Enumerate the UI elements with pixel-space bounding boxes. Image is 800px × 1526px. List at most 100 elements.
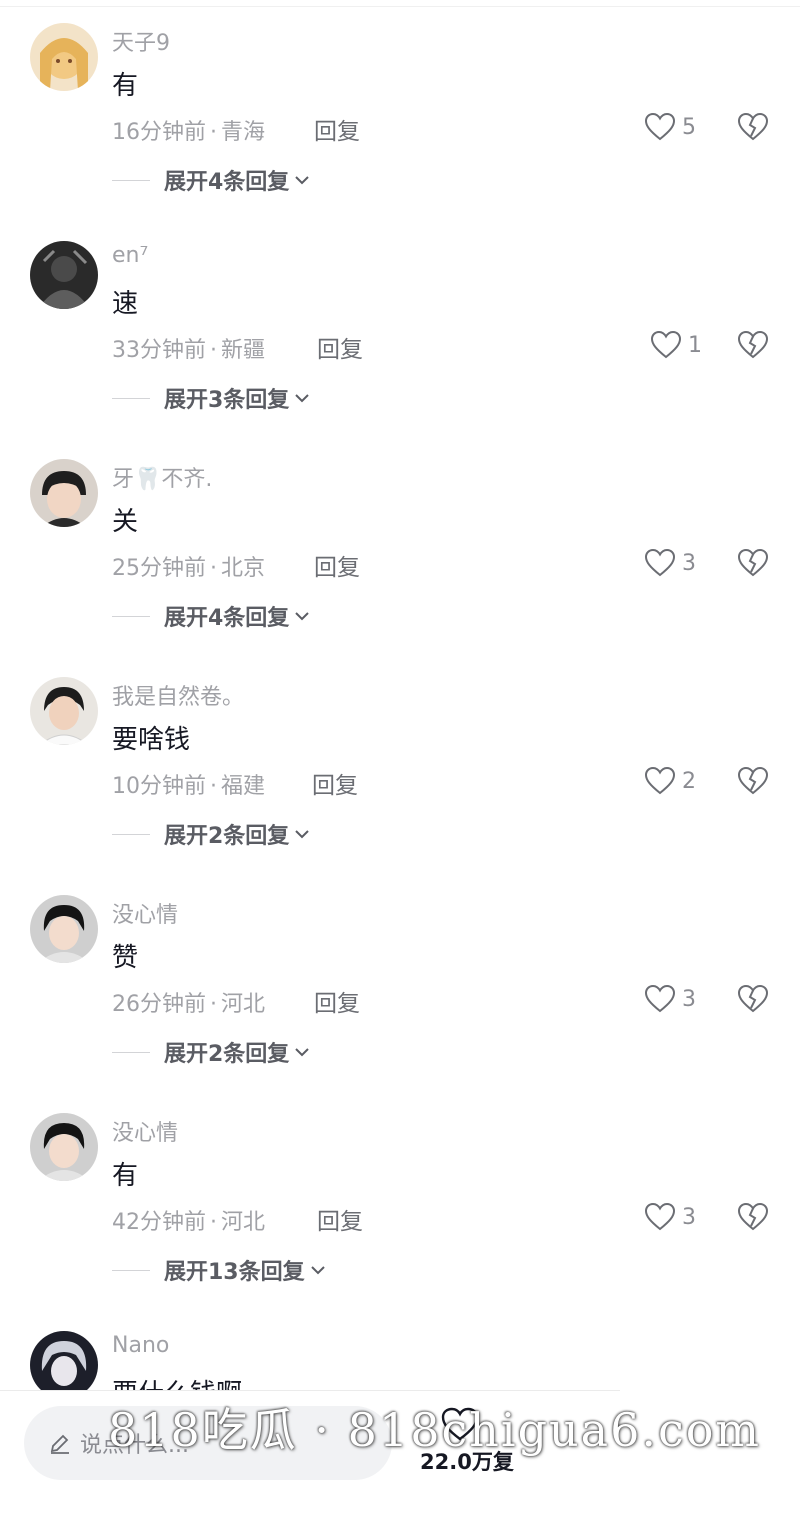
comment-meta: 16分钟前 · 青海 — [112, 120, 266, 145]
timestamp: 26分钟前 — [112, 992, 206, 1017]
comment-meta: 26分钟前 · 河北 — [112, 992, 266, 1017]
dislike-button[interactable] — [737, 1202, 769, 1232]
avatar[interactable] — [30, 1113, 98, 1181]
reply-button[interactable]: 回复 — [314, 112, 360, 146]
expand-replies-button[interactable]: 展开13条回复 — [112, 1254, 326, 1286]
expand-replies-button[interactable]: 展开4条回复 — [112, 164, 310, 196]
username[interactable]: 我是自然卷。 — [112, 679, 244, 711]
pencil-icon — [50, 1434, 69, 1454]
divider — [112, 179, 150, 181]
expand-label: 展开3条回复 — [164, 388, 290, 413]
like-button[interactable]: 1 — [650, 330, 702, 360]
expand-label: 展开2条回复 — [164, 824, 290, 849]
username[interactable]: Nano — [112, 1333, 169, 1358]
broken-heart-icon — [737, 984, 769, 1013]
heart-outline-icon — [644, 1202, 676, 1231]
chevron-down-icon — [295, 394, 310, 403]
expand-replies-button[interactable]: 展开3条回复 — [112, 382, 310, 414]
username[interactable]: 没心情 — [112, 897, 178, 929]
chevron-down-icon — [295, 830, 310, 839]
chevron-down-icon — [295, 176, 310, 185]
divider — [112, 397, 150, 399]
heart-outline-icon — [644, 112, 676, 141]
like-count: 5 — [682, 114, 696, 140]
expand-replies-button[interactable]: 展开4条回复 — [112, 600, 310, 632]
reply-button[interactable]: 回复 — [314, 984, 360, 1018]
broken-heart-icon — [737, 766, 769, 795]
like-count: 1 — [688, 332, 702, 358]
username[interactable]: 牙🦷不齐. — [112, 461, 212, 493]
like-count: 3 — [682, 1204, 696, 1230]
like-button[interactable]: 3 — [644, 548, 696, 578]
location: 河北 — [221, 1210, 266, 1235]
reply-button[interactable]: 回复 — [317, 1202, 363, 1236]
like-button[interactable]: 3 — [644, 984, 696, 1014]
expand-label: 展开4条回复 — [164, 606, 290, 631]
avatar[interactable] — [30, 1331, 98, 1399]
comment-item: 没心情 有 42分钟前 · 河北 回复 3 展开13条回复 — [0, 1090, 800, 1308]
broken-heart-icon — [737, 330, 769, 359]
expand-label: 展开2条回复 — [164, 1042, 290, 1067]
comment-text: 关 — [112, 507, 139, 537]
dislike-button[interactable] — [737, 112, 769, 142]
comment-item: 没心情 赞 26分钟前 · 河北 回复 3 展开2条回复 — [0, 872, 800, 1090]
comment-item: 我是自然卷。 要啥钱 10分钟前 · 福建 回复 2 展开2条回复 — [0, 654, 800, 872]
comment-meta: 25分钟前 · 北京 — [112, 556, 266, 581]
divider — [112, 1269, 150, 1271]
comment-input[interactable]: 说点什么... — [24, 1406, 392, 1480]
location: 河北 — [221, 992, 266, 1017]
like-button[interactable]: 2 — [644, 766, 696, 796]
location: 北京 — [221, 556, 266, 581]
like-button[interactable]: 3 — [644, 1202, 696, 1232]
broken-heart-icon — [737, 548, 769, 577]
expand-replies-button[interactable]: 展开2条回复 — [112, 818, 310, 850]
location: 青海 — [221, 120, 266, 145]
comment-meta: 33分钟前 · 新疆 — [112, 338, 266, 363]
comment-item: 天子9 有 16分钟前 · 青海 回复 5 展开4条回复 — [0, 0, 800, 218]
divider — [112, 833, 150, 835]
comment-meta: 42分钟前 · 河北 — [112, 1210, 266, 1235]
heart-outline-icon — [644, 548, 676, 577]
avatar[interactable] — [30, 459, 98, 527]
like-total-count: 22.0万复 — [420, 1450, 514, 1474]
comment-item: en⁷ 速 33分钟前 · 新疆 回复 1 展开3条回复 — [0, 218, 800, 436]
dislike-button[interactable] — [737, 984, 769, 1014]
timestamp: 16分钟前 — [112, 120, 206, 145]
avatar[interactable] — [30, 241, 98, 309]
divider — [112, 615, 150, 617]
like-button[interactable]: 5 — [644, 112, 696, 142]
dislike-button[interactable] — [737, 766, 769, 796]
avatar[interactable] — [30, 895, 98, 963]
comment-text: 速 — [112, 289, 139, 319]
timestamp: 33分钟前 — [112, 338, 206, 363]
comment-input-bar: 说点什么... 22.0万复 — [0, 1390, 800, 1497]
reply-button[interactable]: 回复 — [312, 766, 358, 800]
timestamp: 25分钟前 — [112, 556, 206, 581]
comment-text: 有 — [112, 1161, 139, 1191]
input-placeholder: 说点什么... — [80, 1433, 189, 1458]
comment-item: 牙🦷不齐. 关 25分钟前 · 北京 回复 3 展开4条回复 — [0, 436, 800, 654]
timestamp: 42分钟前 — [112, 1210, 206, 1235]
username[interactable]: 天子9 — [112, 25, 170, 57]
username[interactable]: 没心情 — [112, 1115, 178, 1147]
comment-meta: 10分钟前 · 福建 — [112, 774, 266, 799]
reply-button[interactable]: 回复 — [314, 548, 360, 582]
heart-outline-icon — [650, 330, 682, 359]
avatar[interactable] — [30, 677, 98, 745]
dislike-button[interactable] — [737, 548, 769, 578]
comment-text: 要啥钱 — [112, 725, 191, 755]
timestamp: 10分钟前 — [112, 774, 206, 799]
like-count: 3 — [682, 550, 696, 576]
expand-replies-button[interactable]: 展开2条回复 — [112, 1036, 310, 1068]
like-video-button[interactable] — [440, 1406, 480, 1442]
divider — [0, 1390, 620, 1391]
avatar[interactable] — [30, 23, 98, 91]
reply-button[interactable]: 回复 — [317, 330, 363, 364]
divider — [112, 1051, 150, 1053]
expand-label: 展开13条回复 — [164, 1260, 305, 1285]
like-count: 2 — [682, 768, 696, 794]
heart-outline-icon — [644, 984, 676, 1013]
username[interactable]: en⁷ — [112, 243, 148, 268]
dislike-button[interactable] — [737, 330, 769, 360]
broken-heart-icon — [737, 112, 769, 141]
